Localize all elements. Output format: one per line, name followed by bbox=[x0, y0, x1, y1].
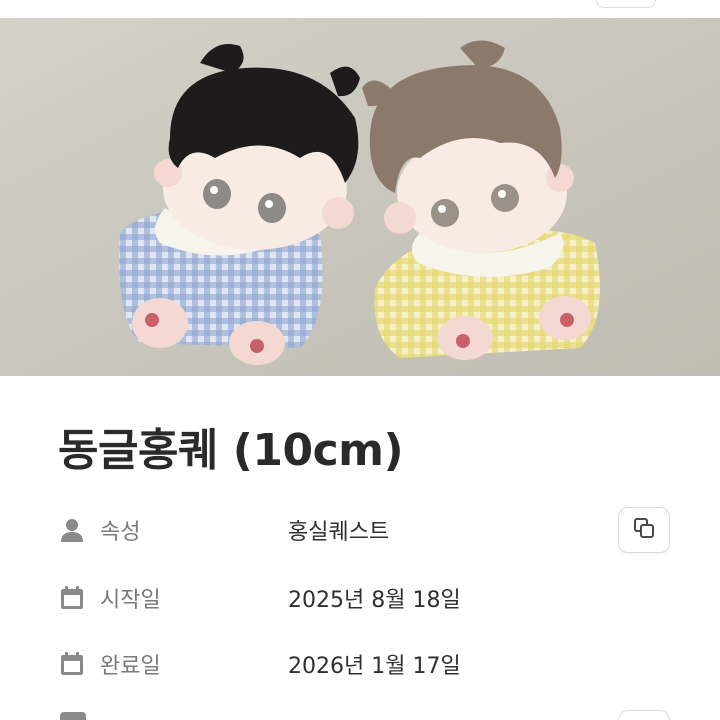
copy-icon bbox=[632, 516, 656, 544]
next-action-button[interactable] bbox=[618, 710, 670, 720]
calendar-icon bbox=[58, 650, 86, 678]
property-row-start-date[interactable]: 시작일 2025년 8월 18일 bbox=[58, 578, 678, 618]
person-icon bbox=[58, 516, 86, 544]
property-label: 완료일 bbox=[100, 654, 161, 679]
property-row-end-date[interactable]: 완료일 2026년 1월 17일 bbox=[58, 644, 678, 684]
calendar-icon bbox=[58, 584, 86, 612]
copy-button[interactable] bbox=[618, 507, 670, 553]
property-value[interactable]: 2025년 8월 18일 bbox=[288, 582, 461, 614]
cover-photo bbox=[0, 18, 720, 376]
property-label: 시작일 bbox=[100, 588, 161, 613]
property-label: 속성 bbox=[100, 520, 141, 545]
next-property-icon bbox=[60, 712, 86, 720]
property-value[interactable]: 홍실퀘스트 bbox=[288, 514, 389, 546]
property-value[interactable]: 2026년 1월 17일 bbox=[288, 648, 461, 680]
top-action-button[interactable] bbox=[596, 0, 656, 8]
property-row-attribute[interactable]: 속성 홍실퀘스트 bbox=[58, 510, 678, 550]
page-title: 동글홍퀘 (10cm) bbox=[58, 425, 404, 476]
